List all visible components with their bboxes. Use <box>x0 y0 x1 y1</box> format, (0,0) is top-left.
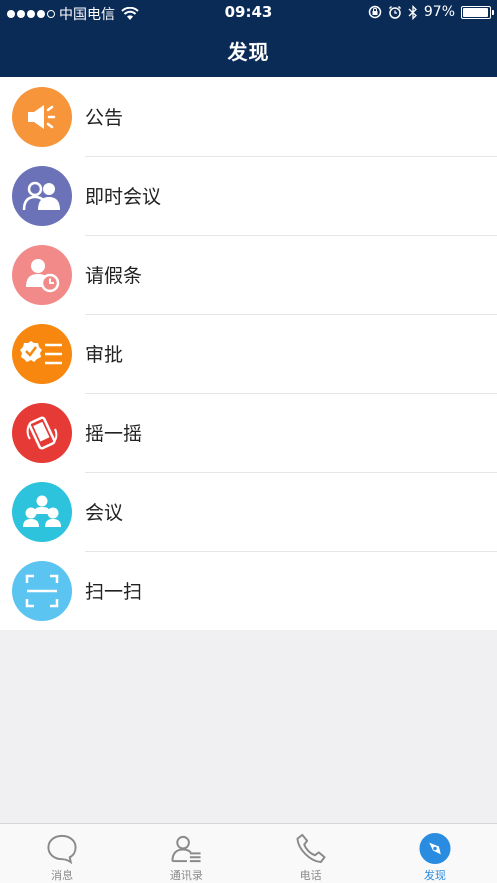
list-item-meeting[interactable]: 会议 <box>0 472 497 551</box>
approval-icon <box>12 323 72 384</box>
megaphone-icon <box>12 86 72 147</box>
tab-phone[interactable]: 电话 <box>249 824 373 883</box>
status-bar: 中国电信 09:43 97% <box>0 0 497 26</box>
item-label: 请假条 <box>85 265 143 287</box>
item-label: 会议 <box>85 502 124 524</box>
instant-meeting-icon <box>12 165 72 226</box>
contacts-icon <box>171 835 201 863</box>
rotation-lock-icon <box>368 5 382 19</box>
tab-discover[interactable]: 发现 <box>373 824 497 883</box>
list-item-shake[interactable]: 摇一摇 <box>0 393 497 472</box>
list-item-leave-request[interactable]: 请假条 <box>0 235 497 314</box>
item-label: 审批 <box>85 344 124 366</box>
list-item-instant-meeting[interactable]: 即时会议 <box>0 156 497 235</box>
shake-phone-icon <box>12 402 72 463</box>
item-label: 扫一扫 <box>85 581 143 603</box>
battery-percent: 97% <box>423 4 455 20</box>
page-title: 发现 <box>227 40 270 64</box>
compass-icon <box>419 832 451 865</box>
tab-label: 通讯录 <box>169 869 203 882</box>
phone-icon <box>296 833 326 864</box>
list-item-announcement[interactable]: 公告 <box>0 77 497 156</box>
tab-contacts[interactable]: 通讯录 <box>124 824 248 883</box>
meeting-icon <box>12 481 72 542</box>
bluetooth-icon <box>408 4 417 20</box>
leave-request-icon <box>12 244 72 305</box>
list-item-approval[interactable]: 审批 <box>0 314 497 393</box>
status-right: 97% <box>368 4 494 20</box>
list-item-scan[interactable]: 扫一扫 <box>0 551 497 630</box>
tab-messages[interactable]: 消息 <box>0 824 124 883</box>
item-label: 即时会议 <box>85 186 162 208</box>
discover-list: 公告 即时会议 请假条 审批 摇一摇 会议 扫一扫 <box>0 77 497 630</box>
tab-label: 电话 <box>299 869 322 882</box>
bottom-tab-bar: 消息 通讯录 电话 发现 <box>0 823 497 883</box>
tab-label: 发现 <box>423 869 446 882</box>
battery-icon <box>461 5 494 19</box>
alarm-icon <box>388 5 401 19</box>
tab-label: 消息 <box>51 869 74 882</box>
top-header: 中国电信 09:43 97% 发现 <box>0 0 497 77</box>
chat-bubble-icon <box>47 834 77 865</box>
item-label: 摇一摇 <box>85 423 143 445</box>
scan-icon <box>12 560 72 621</box>
item-label: 公告 <box>85 107 124 129</box>
